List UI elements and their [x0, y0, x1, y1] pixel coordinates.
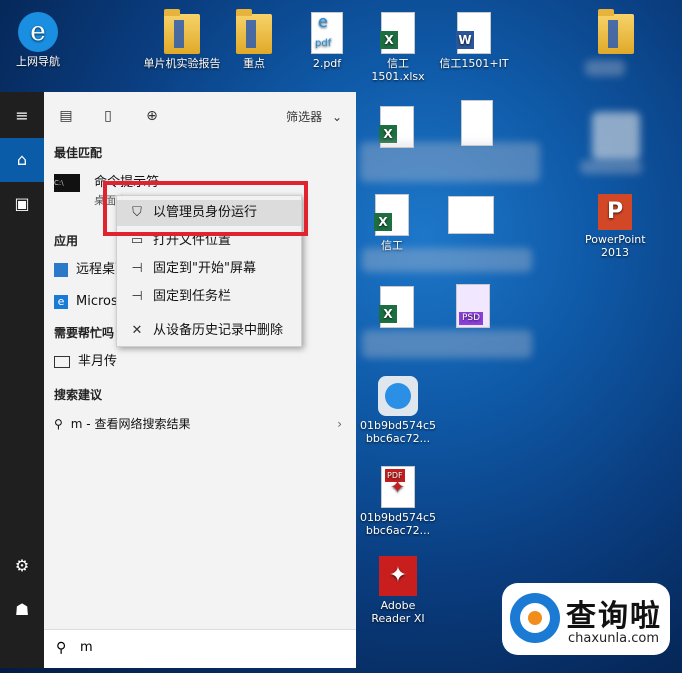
cmd-icon: C:\: [54, 174, 80, 192]
menu-item-label: 从设备历史记录中删除: [153, 323, 284, 338]
watermark-text: 查询啦: [566, 599, 662, 634]
filter-label: 筛选器: [286, 110, 323, 124]
blurred-area: [360, 142, 540, 182]
chevron-right-icon: ›: [337, 417, 342, 431]
desktop-icon-adobe[interactable]: ✦ Adobe Reader XI: [360, 556, 436, 625]
desktop-icon-psd[interactable]: PSD: [448, 284, 498, 331]
search-input-value[interactable]: m: [80, 640, 93, 655]
desktop-icon-label: 01b9bd574c5bbc6ac72...: [360, 511, 436, 537]
blurred-area: [580, 160, 642, 174]
filter-button[interactable]: 筛选器 ⌄: [286, 108, 342, 125]
blurred-area: [585, 60, 625, 76]
desktop-icon-word[interactable]: W 信工1501+IT: [438, 12, 510, 70]
desktop-icon-label: 01b9bd574c5bbc6ac72...: [360, 419, 436, 445]
excel-icon: X: [379, 286, 414, 328]
folder-icon: [598, 9, 634, 54]
help-item[interactable]: 芈月传: [54, 350, 348, 374]
desktop-icon-folder-report[interactable]: 单片机实验报告: [142, 9, 222, 70]
image-icon: [448, 196, 494, 234]
desktop-icon-label: 上网导航: [16, 55, 60, 68]
apps-scope-icon[interactable]: ▤: [56, 106, 76, 126]
image-icon: [461, 100, 493, 146]
menu-item-pin-taskbar[interactable]: ⊣ 固定到任务栏: [117, 284, 301, 310]
word-icon: W: [456, 12, 491, 54]
pdf-edge-icon: e pdf: [311, 12, 343, 54]
menu-item-label: 固定到"开始"屏幕: [153, 261, 256, 276]
desktop-icon-label: 单片机实验报告: [143, 57, 221, 70]
help-item-label: 芈月传: [78, 354, 118, 369]
watermark-logo-icon: [510, 593, 560, 643]
safari-icon: [378, 376, 418, 416]
documents-scope-icon[interactable]: ▯: [98, 106, 118, 126]
blurred-area: [362, 330, 532, 358]
chevron-down-icon: ⌄: [331, 110, 342, 124]
desktop-icon-powerpoint[interactable]: P PowerPoint 2013: [578, 194, 652, 259]
desktop-icon-excel-top[interactable]: X 信工1501.xlsx: [362, 12, 434, 83]
desktop-icon-excel-3[interactable]: X 信工: [362, 194, 422, 252]
pin-icon: ⊣: [131, 289, 143, 304]
suggestions-heading: 搜索建议: [54, 388, 103, 402]
document-icon[interactable]: ▣: [0, 182, 44, 226]
search-icon: ⚲: [54, 417, 63, 431]
desktop-icon-label: Adobe Reader XI: [371, 599, 425, 625]
desktop-icon-label: PowerPoint 2013: [585, 233, 646, 259]
menu-item-remove-history[interactable]: ✕ 从设备历史记录中删除: [117, 318, 301, 344]
suggestion-label: m - 查看网络搜索结果: [70, 417, 191, 431]
pin-icon: ⊣: [131, 261, 143, 276]
best-match-heading: 最佳匹配: [54, 146, 103, 160]
blurred-area: [362, 248, 532, 272]
start-rail: ≡ ⌂ ▣ ⚙ ☗: [0, 92, 44, 668]
desktop-icon-pdf-img[interactable]: PDF ✦ 01b9bd574c5bbc6ac72...: [360, 466, 436, 537]
psd-icon-label: PSD: [459, 312, 484, 325]
excel-icon: X: [380, 12, 415, 54]
folder-icon: [236, 9, 272, 54]
psd-icon: PSD: [456, 284, 490, 328]
blurred-area: [592, 112, 640, 160]
remote-desktop-icon: [54, 262, 68, 277]
settings-gear-icon[interactable]: ⚙: [0, 544, 44, 588]
desktop-icon-ie[interactable]: e 上网导航: [8, 12, 68, 68]
desktop-icon-label: 信工1501+IT: [439, 57, 509, 70]
desktop-icon-folder-key[interactable]: 重点: [230, 9, 278, 70]
pdf-icon: PDF ✦: [381, 466, 415, 508]
search-results-panel: ▤ ▯ ⊕ 筛选器 ⌄ 最佳匹配 C:\ 命令提示符 桌面应用 应用 远程桌面连…: [44, 92, 356, 668]
desktop-icon-safari-img[interactable]: 01b9bd574c5bbc6ac72...: [360, 376, 436, 445]
home-icon[interactable]: ⌂: [0, 138, 44, 182]
desktop-icon-folder-right[interactable]: [596, 9, 636, 57]
desktop-icon-label: 2.pdf: [312, 57, 342, 70]
close-icon: ✕: [131, 323, 143, 338]
start-menu: ≡ ⌂ ▣ ⚙ ☗ ▤ ▯ ⊕ 筛选器 ⌄ 最佳匹配 C:\ 命令提示符 桌面应…: [0, 92, 356, 668]
web-suggestion-item[interactable]: ⚲ m - 查看网络搜索结果 ›: [54, 412, 348, 436]
excel-icon: X: [374, 194, 409, 236]
ie-icon: e: [18, 12, 58, 52]
hamburger-icon[interactable]: ≡: [0, 94, 44, 138]
watermark-url: chaxunla.com: [568, 631, 659, 646]
folder-icon: [164, 9, 200, 54]
user-icon[interactable]: ☗: [0, 588, 44, 632]
powerpoint-icon: P: [598, 194, 632, 230]
search-icon: ⚲: [56, 640, 67, 656]
desktop-icon-excel-4[interactable]: X: [372, 286, 422, 331]
desktop-icon-2pdf[interactable]: e pdf 2.pdf: [303, 12, 351, 70]
monitor-icon: [54, 355, 70, 368]
desktop-icon-image-2[interactable]: [446, 196, 496, 237]
desktop-icon-label: 重点: [243, 57, 265, 70]
web-scope-icon[interactable]: ⊕: [142, 106, 162, 126]
watermark: 查询啦 chaxunla.com: [502, 583, 670, 655]
desktop-icon-label: 信工1501.xlsx: [371, 57, 425, 83]
apps-heading: 应用: [54, 234, 79, 248]
search-box[interactable]: ⚲ m: [44, 629, 356, 668]
adobe-reader-icon: ✦: [379, 556, 417, 596]
highlight-box: [103, 181, 308, 236]
menu-item-label: 固定到任务栏: [153, 289, 232, 304]
menu-item-pin-start[interactable]: ⊣ 固定到"开始"屏幕: [117, 256, 301, 282]
help-heading: 需要帮忙吗: [54, 326, 115, 340]
edge-icon: e: [54, 294, 68, 309]
